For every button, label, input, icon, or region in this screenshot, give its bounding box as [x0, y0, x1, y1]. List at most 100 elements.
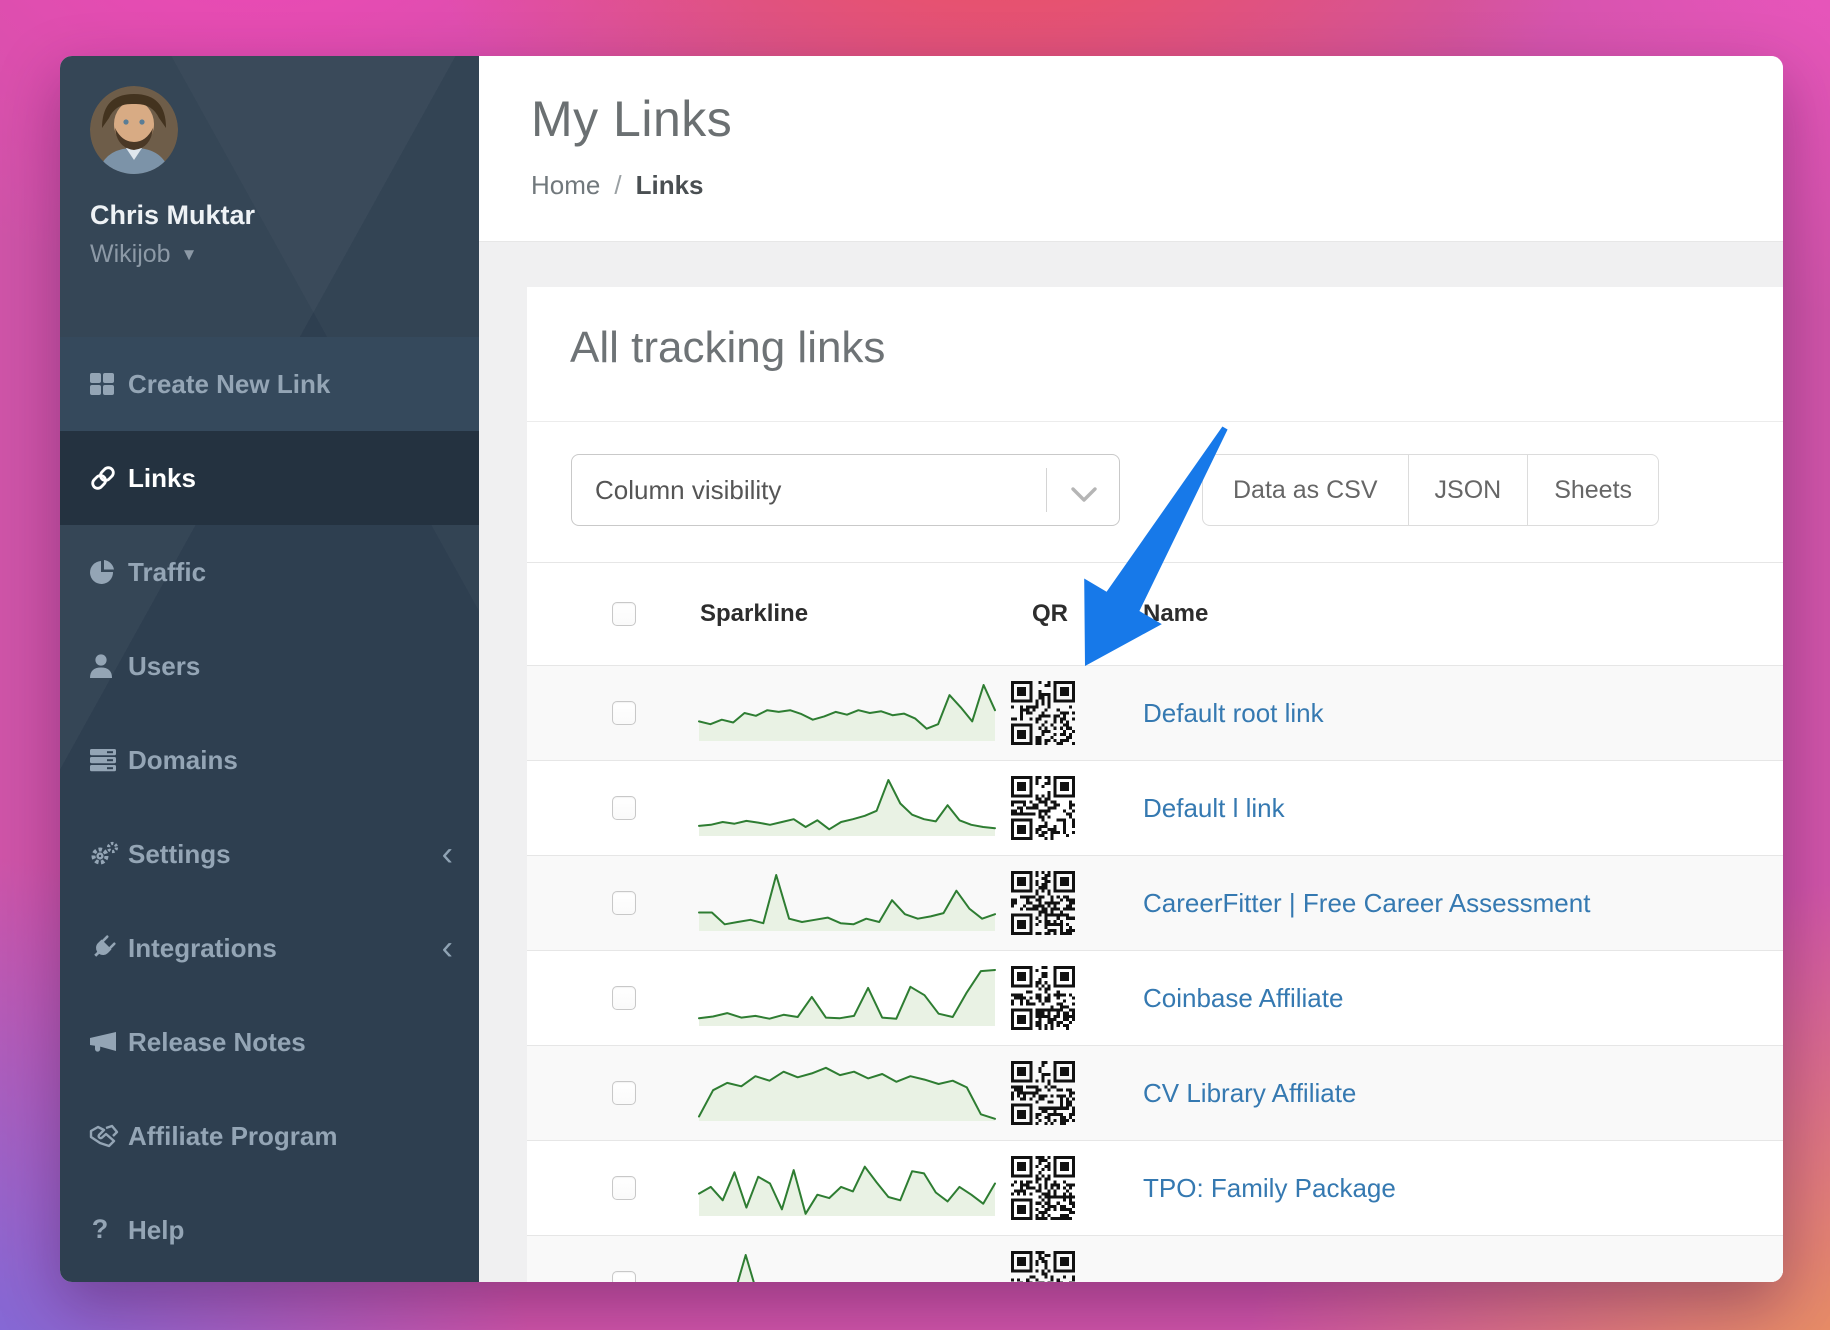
- sparkline-chart: [667, 967, 982, 1029]
- qr-code[interactable]: [982, 1156, 1082, 1220]
- row-checkbox[interactable]: [612, 1176, 636, 1200]
- profile-section: Chris Muktar Wikijob ▼: [60, 56, 479, 337]
- table-row: Default l link: [527, 761, 1783, 856]
- caret-down-icon: ▼: [181, 245, 198, 265]
- column-visibility-dropdown[interactable]: Column visibility: [571, 454, 1120, 526]
- row-checkbox[interactable]: [612, 1081, 636, 1105]
- sidebar-item-label: Users: [128, 651, 200, 682]
- table-row-partial: [527, 1236, 1783, 1282]
- table-row: Coinbase Affiliate: [527, 951, 1783, 1046]
- qr-code[interactable]: [982, 1251, 1082, 1282]
- chevron-left-icon: ‹: [442, 837, 453, 871]
- pie-chart-icon: [88, 558, 128, 586]
- sidebar-item-label: Domains: [128, 745, 238, 776]
- sidebar-item-label: Create New Link: [128, 369, 330, 400]
- tracking-links-panel: All tracking links Column visibility Dat…: [527, 287, 1783, 1282]
- sidebar-item-affiliate-program[interactable]: Affiliate Program: [60, 1089, 479, 1183]
- sidebar-item-label: Traffic: [128, 557, 206, 588]
- table-row: Default root link: [527, 666, 1783, 761]
- sidebar-item-help[interactable]: ? Help: [60, 1183, 479, 1277]
- sidebar-item-settings[interactable]: Settings ‹: [60, 807, 479, 901]
- plug-icon: [88, 933, 128, 963]
- link-name[interactable]: CV Library Affiliate: [1143, 1078, 1783, 1109]
- qr-code[interactable]: [982, 871, 1082, 935]
- column-header-name[interactable]: Name: [1143, 600, 1783, 628]
- link-name[interactable]: Coinbase Affiliate: [1143, 983, 1783, 1014]
- table-body: Default root link Default l link CareerFit…: [527, 666, 1783, 1282]
- sidebar-item-integrations[interactable]: Integrations ‹: [60, 901, 479, 995]
- table-row: CV Library Affiliate: [527, 1046, 1783, 1141]
- column-visibility-label: Column visibility: [595, 475, 781, 506]
- megaphone-icon: [88, 1028, 128, 1056]
- qr-code[interactable]: [982, 1061, 1082, 1125]
- svg-text:?: ?: [92, 1215, 109, 1244]
- avatar[interactable]: [90, 86, 178, 174]
- question-icon: ?: [88, 1215, 128, 1245]
- sparkline-chart: [667, 1252, 982, 1282]
- sidebar-item-label: Links: [128, 463, 196, 494]
- dropdown-divider: [1046, 468, 1047, 512]
- page-header: My Links Home/Links: [479, 56, 1783, 242]
- sidebar-item-release-notes[interactable]: Release Notes: [60, 995, 479, 1089]
- content-area: All tracking links Column visibility Dat…: [479, 242, 1783, 1282]
- sparkline-chart: [667, 1062, 982, 1124]
- panel-title-bar: All tracking links: [527, 287, 1783, 422]
- sparkline-chart: [667, 777, 982, 839]
- qr-code[interactable]: [982, 776, 1082, 840]
- qr-code[interactable]: [982, 681, 1082, 745]
- user-icon: [88, 652, 128, 680]
- sidebar-item-domains[interactable]: Domains: [60, 713, 479, 807]
- breadcrumb-current: Links: [636, 170, 704, 200]
- link-name[interactable]: Default root link: [1143, 698, 1783, 729]
- sidebar-item-label: Integrations: [128, 933, 277, 964]
- table-toolbar: Column visibility Data as CSVJSONSheets: [571, 454, 1783, 526]
- user-name: Chris Muktar: [90, 200, 479, 231]
- sidebar-item-create-new-link[interactable]: Create New Link: [60, 337, 479, 431]
- row-checkbox[interactable]: [612, 1271, 636, 1282]
- link-icon: [88, 463, 128, 493]
- server-icon: [88, 746, 128, 774]
- column-header-sparkline[interactable]: Sparkline: [700, 600, 982, 628]
- qr-code[interactable]: [982, 966, 1082, 1030]
- row-checkbox[interactable]: [612, 796, 636, 820]
- select-all-checkbox[interactable]: [612, 602, 636, 626]
- link-name[interactable]: Default l link: [1143, 793, 1783, 824]
- breadcrumb-separator: /: [614, 170, 621, 200]
- handshake-icon: [88, 1122, 128, 1150]
- link-name[interactable]: TPO: Family Package: [1143, 1173, 1783, 1204]
- sidebar-item-label: Release Notes: [128, 1027, 306, 1058]
- column-header-qr[interactable]: QR: [1032, 600, 1082, 628]
- sparkline-chart: [667, 1157, 982, 1219]
- sidebar-item-users[interactable]: Users: [60, 619, 479, 713]
- sidebar-item-label: Settings: [128, 839, 231, 870]
- chevron-down-icon: [1069, 481, 1099, 512]
- sparkline-chart: [667, 872, 982, 934]
- organization-switcher[interactable]: Wikijob ▼: [90, 240, 479, 269]
- export-json-button[interactable]: JSON: [1408, 454, 1529, 526]
- sidebar-item-links[interactable]: Links: [60, 431, 479, 525]
- links-table: Sparkline QR Name Default root linkDefau…: [527, 562, 1783, 1282]
- row-checkbox[interactable]: [612, 986, 636, 1010]
- main-area: My Links Home/Links All tracking links C…: [479, 56, 1783, 1282]
- link-name[interactable]: CareerFitter | Free Career Assessment: [1143, 888, 1783, 919]
- export-sheets-button[interactable]: Sheets: [1527, 454, 1659, 526]
- row-checkbox[interactable]: [612, 891, 636, 915]
- sidebar-item-label: Help: [128, 1215, 184, 1246]
- table-row: CareerFitter | Free Career Assessment: [527, 856, 1783, 951]
- panel-title: All tracking links: [570, 323, 1783, 373]
- export-data-as-csv-button[interactable]: Data as CSV: [1202, 454, 1409, 526]
- breadcrumb: Home / Links: [531, 170, 1783, 201]
- app-window: Chris Muktar Wikijob ▼ Create New Link Li…: [60, 56, 1783, 1282]
- grid-icon: [88, 370, 128, 398]
- sidebar-item-label: Affiliate Program: [128, 1121, 338, 1152]
- sparkline-chart: [667, 682, 982, 744]
- breadcrumb-home[interactable]: Home: [531, 170, 600, 200]
- export-button-group: Data as CSVJSONSheets: [1202, 454, 1659, 526]
- row-checkbox[interactable]: [612, 701, 636, 725]
- organization-name: Wikijob: [90, 240, 171, 269]
- sidebar: Chris Muktar Wikijob ▼ Create New Link Li…: [60, 56, 479, 1282]
- table-row: TPO: Family Package: [527, 1141, 1783, 1236]
- sidebar-item-traffic[interactable]: Traffic: [60, 525, 479, 619]
- chevron-left-icon: ‹: [442, 931, 453, 965]
- sidebar-nav: Create New Link Links Traffic Users Domains S…: [60, 337, 479, 1277]
